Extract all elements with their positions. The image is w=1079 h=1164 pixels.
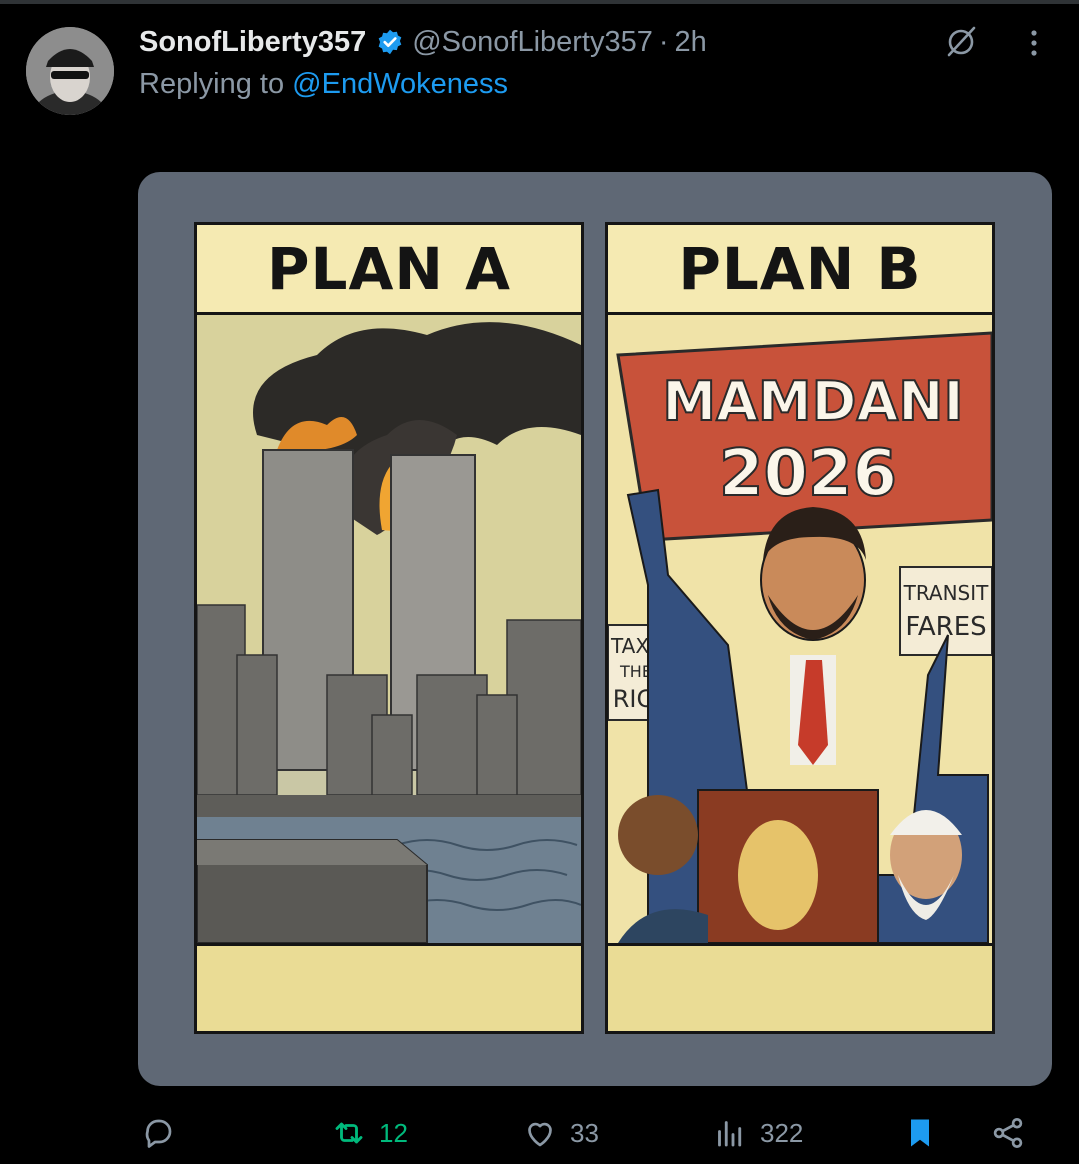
retweet-button[interactable]: 12 bbox=[331, 1108, 408, 1158]
views-count: 322 bbox=[760, 1117, 804, 1148]
post-media[interactable]: PLAN A PLAN B MAMDANI 2026 TRANSIT FARES… bbox=[138, 172, 1052, 1086]
panel-title: PLAN A bbox=[197, 225, 581, 315]
burning-towers-illustration bbox=[197, 315, 581, 943]
bookmark-button[interactable] bbox=[902, 1108, 938, 1158]
replying-to-link[interactable]: @EndWokeness bbox=[292, 68, 508, 100]
handle[interactable]: @SonofLiberty357 bbox=[412, 26, 653, 59]
more-icon[interactable] bbox=[1024, 26, 1044, 60]
replying-prefix: Replying to bbox=[139, 68, 285, 100]
panel-footer bbox=[608, 943, 992, 1031]
grok-icon[interactable] bbox=[944, 24, 978, 58]
bookmark-icon bbox=[911, 1119, 929, 1147]
timestamp[interactable]: 2h bbox=[675, 26, 707, 59]
reply-icon bbox=[145, 1119, 172, 1148]
comic-panel-plan-a: PLAN A bbox=[194, 222, 584, 1034]
separator-dot: · bbox=[658, 25, 669, 58]
campaign-rally-illustration: MAMDANI 2026 TRANSIT FARES TAX THE RICH bbox=[608, 315, 992, 943]
avatar-image bbox=[26, 27, 114, 115]
post-actions-bar: 12 33 322 bbox=[0, 1108, 1079, 1158]
retweet-icon bbox=[335, 1122, 363, 1144]
top-divider bbox=[0, 0, 1079, 4]
views-icon bbox=[718, 1121, 742, 1147]
avatar[interactable] bbox=[26, 27, 114, 115]
panel-footer bbox=[197, 943, 581, 1031]
share-icon bbox=[993, 1118, 1023, 1148]
banner-line-1: MAMDANI bbox=[662, 370, 963, 433]
reply-button[interactable] bbox=[140, 1108, 188, 1158]
banner-line-2: 2026 bbox=[719, 437, 897, 511]
comic-panel-plan-b: PLAN B MAMDANI 2026 TRANSIT FARES TAX TH… bbox=[605, 222, 995, 1034]
like-count: 33 bbox=[570, 1117, 599, 1148]
panel-title: PLAN B bbox=[608, 225, 992, 315]
post-header: SonofLiberty357 @SonofLiberty357 · 2h bbox=[139, 22, 707, 62]
sign-right-line-1: TRANSIT bbox=[903, 581, 990, 605]
like-icon bbox=[528, 1122, 552, 1147]
display-name[interactable]: SonofLiberty357 bbox=[139, 26, 366, 59]
views-button[interactable]: 322 bbox=[712, 1108, 803, 1158]
share-button[interactable] bbox=[990, 1108, 1026, 1158]
verified-badge-icon bbox=[378, 29, 402, 55]
replying-to-line: Replying to @EndWokeness bbox=[139, 68, 508, 101]
retweet-count: 12 bbox=[379, 1117, 408, 1148]
sign-left-line-1: TAX bbox=[610, 634, 649, 658]
like-button[interactable]: 33 bbox=[522, 1108, 599, 1158]
